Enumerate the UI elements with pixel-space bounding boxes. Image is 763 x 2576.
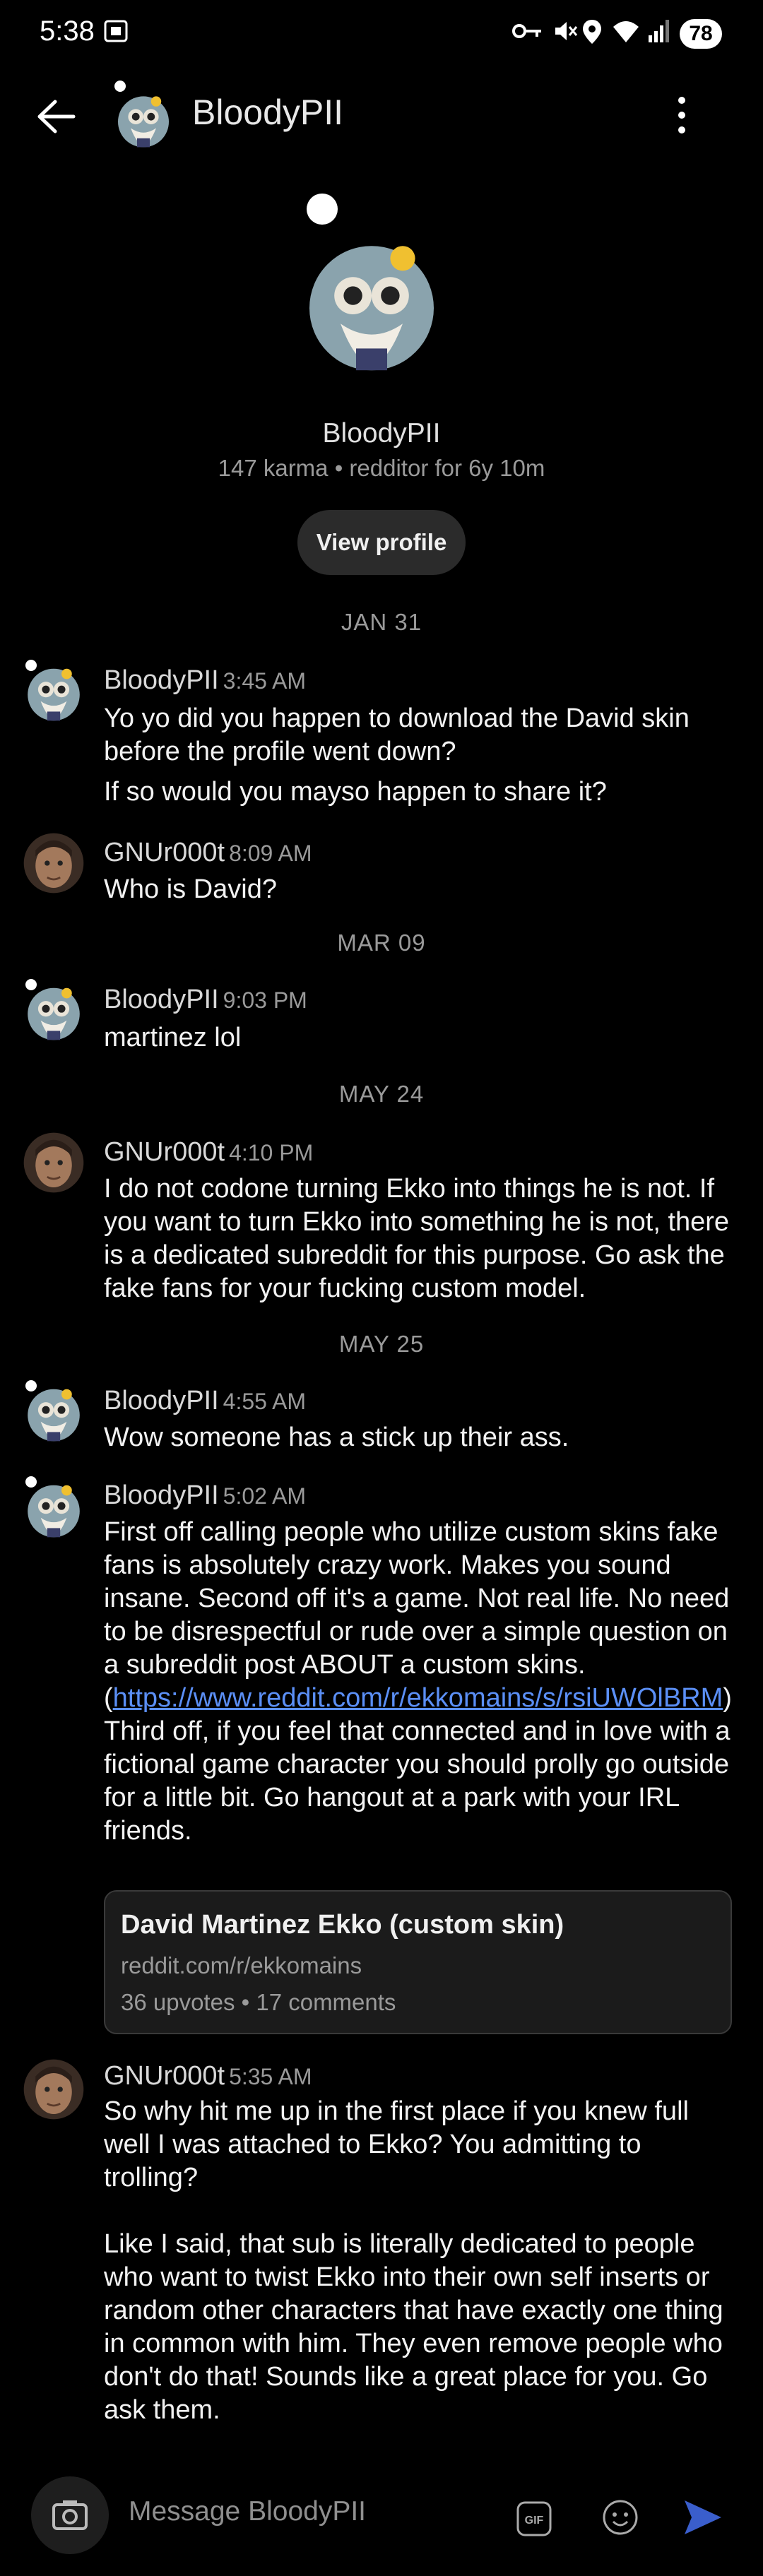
- sender-name[interactable]: GNUr000t: [104, 838, 225, 867]
- card-stats: 36 upvotes • 17 comments: [121, 1989, 396, 2015]
- chat-header: BloodyPII: [0, 71, 763, 158]
- avatar[interactable]: [21, 831, 86, 896]
- date-divider: MAY 24: [338, 1081, 425, 1107]
- emoji-icon[interactable]: [601, 2498, 640, 2537]
- message-link[interactable]: https://www.reddit.com/r/ekkomains/s/rsi…: [113, 1683, 723, 1713]
- message-time: 3:45 AM: [223, 668, 307, 694]
- profile-name: BloodyPII: [322, 418, 441, 449]
- gif-label: GIF: [525, 2515, 544, 2527]
- message-text: Who is David?: [104, 874, 277, 904]
- avatar[interactable]: [21, 2057, 86, 2122]
- message-composer: Message BloodyPII GIF: [0, 2458, 763, 2576]
- battery-icon: 78: [680, 19, 722, 49]
- wifi-icon: [613, 21, 639, 42]
- avatar[interactable]: [21, 1130, 86, 1195]
- message-sender[interactable]: BloodyPII 3:45 AM: [104, 665, 306, 696]
- sender-name[interactable]: BloodyPII: [104, 665, 219, 695]
- message-text: I do not codone turning Ekko into things…: [104, 1174, 730, 1303]
- location-icon: [583, 20, 601, 44]
- message-text: Wow someone has a stick up their ass.: [104, 1423, 569, 1452]
- link-preview-card[interactable]: David Martinez Ekko (custom skin) reddit…: [104, 1890, 732, 2034]
- message-text: So why hit me up in the first place if y…: [104, 2096, 689, 2192]
- avatar[interactable]: [21, 658, 86, 723]
- message-text: If so would you mayso happen to share it…: [104, 777, 607, 807]
- more-vert-icon[interactable]: [664, 90, 699, 140]
- view-profile-button[interactable]: View profile: [297, 510, 466, 575]
- gif-icon[interactable]: GIF: [516, 2500, 552, 2537]
- message-time: 5:02 AM: [223, 1483, 307, 1509]
- sender-name[interactable]: BloodyPII: [104, 985, 219, 1014]
- send-icon[interactable]: [682, 2498, 724, 2537]
- message-sender[interactable]: GNUr000t 5:35 AM: [104, 2061, 312, 2091]
- camera-button[interactable]: [31, 2476, 109, 2554]
- mute-icon: [555, 22, 578, 40]
- card-subreddit: reddit.com/r/ekkomains: [121, 1952, 362, 1978]
- sender-name[interactable]: GNUr000t: [104, 2061, 225, 2091]
- message-text: Yo yo did you happen to download the Dav…: [104, 704, 690, 766]
- message-time: 5:35 AM: [229, 2064, 312, 2089]
- status-bar: 5:38 78: [0, 0, 763, 68]
- message-text: First off calling people who utilize cus…: [104, 1516, 733, 1848]
- message-sender[interactable]: GNUr000t 4:10 PM: [104, 1137, 313, 1168]
- sender-name[interactable]: GNUr000t: [104, 1137, 225, 1167]
- date-divider: JAN 31: [341, 609, 422, 635]
- back-arrow-icon[interactable]: [31, 92, 81, 141]
- message-sender[interactable]: BloodyPII 9:03 PM: [104, 985, 307, 1015]
- avatar[interactable]: [112, 79, 175, 150]
- chat-title[interactable]: BloodyPII: [192, 92, 343, 133]
- card-title: David Martinez Ekko (custom skin): [121, 1910, 564, 1940]
- vpn-key-icon: [512, 24, 541, 38]
- message-sender[interactable]: GNUr000t 8:09 AM: [104, 838, 312, 868]
- message-time: 4:55 AM: [223, 1389, 307, 1414]
- message-input[interactable]: Message BloodyPII: [129, 2496, 366, 2527]
- profile-meta: 147 karma • redditor for 6y 10m: [218, 455, 545, 481]
- sender-name[interactable]: BloodyPII: [104, 1480, 219, 1510]
- message-sender[interactable]: BloodyPII 4:55 AM: [104, 1386, 306, 1416]
- date-divider: MAY 25: [338, 1331, 425, 1357]
- status-time: 5:38: [40, 16, 95, 47]
- avatar[interactable]: [21, 1379, 86, 1444]
- avatar[interactable]: [21, 978, 86, 1043]
- date-divider: MAR 09: [337, 930, 426, 956]
- message-time: 4:10 PM: [229, 1140, 314, 1165]
- message-sender[interactable]: BloodyPII 5:02 AM: [104, 1480, 306, 1511]
- screenshot-icon: [104, 20, 128, 42]
- message-text: martinez lol: [104, 1023, 242, 1052]
- profile-avatar[interactable]: [288, 189, 455, 380]
- message-time: 9:03 PM: [223, 987, 307, 1013]
- camera-icon: [52, 2500, 88, 2530]
- sender-name[interactable]: BloodyPII: [104, 1386, 219, 1415]
- signal-icon: [649, 20, 669, 42]
- message-time: 8:09 AM: [229, 841, 312, 866]
- message-text: Like I said, that sub is literally dedic…: [104, 2229, 723, 2425]
- avatar[interactable]: [21, 1475, 86, 1540]
